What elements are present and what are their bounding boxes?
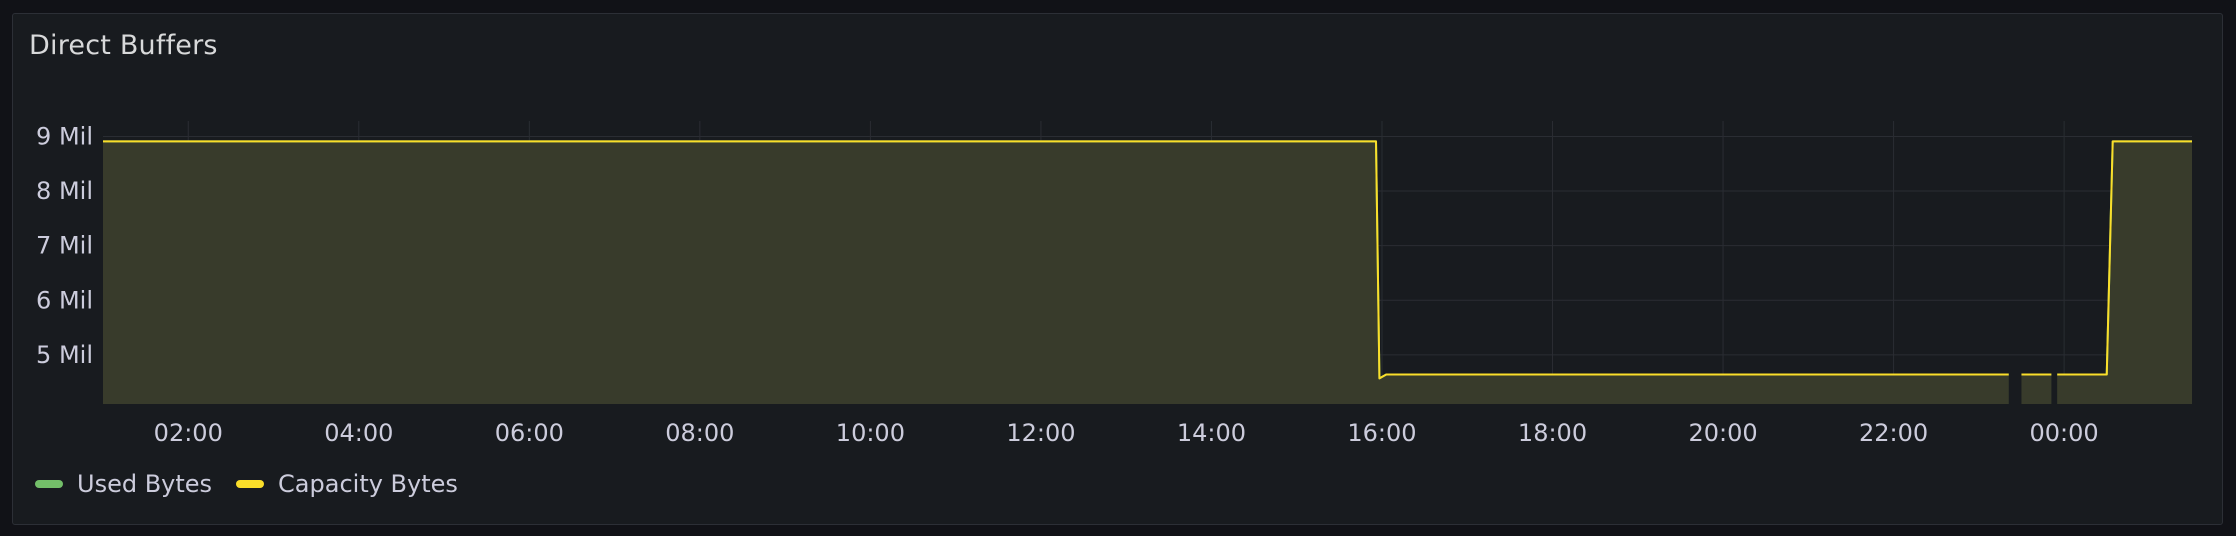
x-tick-label: 12:00	[1006, 419, 1075, 447]
legend-item-used-bytes[interactable]: Used Bytes	[35, 470, 212, 498]
x-tick-label: 00:00	[2030, 419, 2099, 447]
x-tick-label: 20:00	[1688, 419, 1757, 447]
series-area-capacity-bytes	[2021, 374, 2052, 404]
legend: Used Bytes Capacity Bytes	[35, 470, 458, 498]
x-tick-label: 02:00	[154, 419, 223, 447]
legend-item-capacity-bytes[interactable]: Capacity Bytes	[236, 470, 458, 498]
y-tick-label: 5 Mil	[36, 341, 93, 369]
series-area-capacity-bytes	[2057, 141, 2192, 404]
capacity-bytes-swatch	[236, 480, 265, 488]
y-tick-label: 7 Mil	[36, 232, 93, 260]
time-series-chart[interactable]: 5 Mil 6 Mil 7 Mil 8 Mil 9 Mil 02:00 04:00 06:00…	[13, 14, 2222, 524]
used-bytes-swatch	[35, 480, 63, 488]
legend-label: Used Bytes	[77, 470, 213, 498]
y-tick-label: 6 Mil	[36, 286, 93, 314]
x-tick-label: 10:00	[836, 419, 905, 447]
legend-label: Capacity Bytes	[278, 470, 458, 498]
x-tick-label: 06:00	[495, 419, 564, 447]
x-tick-label: 18:00	[1518, 419, 1587, 447]
x-tick-label: 22:00	[1859, 419, 1928, 447]
x-tick-label: 14:00	[1177, 419, 1246, 447]
x-tick-label: 04:00	[324, 419, 393, 447]
x-tick-label: 16:00	[1347, 419, 1416, 447]
y-tick-label: 8 Mil	[36, 177, 93, 205]
y-tick-label: 9 Mil	[36, 122, 93, 150]
x-tick-label: 08:00	[665, 419, 734, 447]
panel: Direct Buffers 5 Mil 6 Mil 7 Mil 8 Mil 9 Mil…	[12, 13, 2223, 525]
